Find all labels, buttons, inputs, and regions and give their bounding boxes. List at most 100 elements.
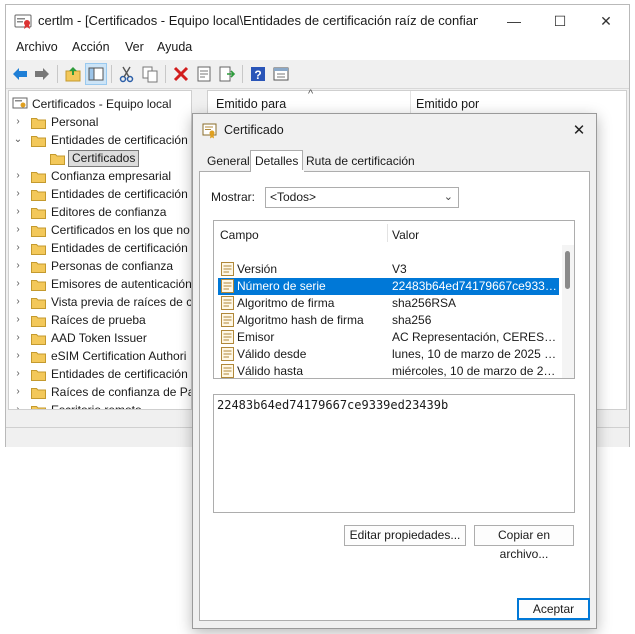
close-button[interactable]: ✕ <box>583 5 629 37</box>
folder-icon <box>31 188 46 201</box>
field-icon <box>221 296 234 310</box>
show-dropdown[interactable]: <Todos> ⌄ <box>265 187 459 208</box>
chevron-right-icon[interactable]: › <box>13 257 23 275</box>
tree-item-label: Emisores de autenticación <box>51 277 192 291</box>
field-row[interactable]: Algoritmo de firma sha256RSA <box>218 295 559 312</box>
chevron-right-icon[interactable]: › <box>13 113 23 131</box>
field-value-text: 22483b64ed74179667ce9339ed23439b <box>217 398 449 412</box>
back-arrow-icon[interactable] <box>9 63 31 85</box>
tree-item-label: Editores de confianza <box>51 205 167 219</box>
tree-item[interactable]: Certificados <box>9 149 189 167</box>
certificate-dialog: Certificado ✕ General Detalles Ruta de c… <box>192 113 597 629</box>
field-value: lunes, 10 de marzo de 2025 8:… <box>392 347 558 361</box>
tab-general[interactable]: General <box>203 152 254 171</box>
tree-item[interactable]: › Entidades de certificación <box>9 185 189 203</box>
chevron-right-icon[interactable]: › <box>13 203 23 221</box>
show-label: Mostrar: <box>211 190 256 204</box>
tree-item[interactable]: › eSIM Certification Authori <box>9 347 189 365</box>
column-divider[interactable] <box>387 224 388 242</box>
field-row[interactable]: Versión V3 <box>218 261 559 278</box>
tree-item[interactable]: › Editores de confianza <box>9 203 189 221</box>
tree-item-label: Certificados en los que no <box>51 223 190 237</box>
field-value: sha256RSA <box>392 296 457 310</box>
title-bar[interactable]: certlm - [Certificados - Equipo local\En… <box>6 5 629 37</box>
menu-accion[interactable]: Acción <box>72 40 110 54</box>
chevron-right-icon[interactable]: › <box>13 221 23 239</box>
copy-to-file-button[interactable]: Copiar en archivo... <box>474 525 574 561</box>
help-icon[interactable]: ? <box>247 63 269 85</box>
tree-item[interactable]: › Escritorio remoto <box>9 401 189 409</box>
tab-certification-path[interactable]: Ruta de certificación <box>302 152 419 171</box>
menu-ayuda[interactable]: Ayuda <box>157 40 192 54</box>
column-value[interactable]: Valor <box>392 228 419 242</box>
tree-item-label: Entidades de certificación <box>51 133 188 147</box>
tree-item-label: eSIM Certification Authori <box>51 349 187 363</box>
delete-icon[interactable] <box>170 63 192 85</box>
field-value: miércoles, 10 de marzo de 202… <box>392 364 558 378</box>
forward-arrow-icon[interactable] <box>31 63 53 85</box>
field-value: sha256 <box>392 313 432 327</box>
folder-icon <box>31 314 46 327</box>
edit-properties-button[interactable]: Editar propiedades... <box>344 525 466 546</box>
chevron-right-icon <box>32 149 42 167</box>
menu-archivo[interactable]: Archivo <box>16 40 58 54</box>
export-list-icon[interactable] <box>216 63 238 85</box>
folder-icon <box>31 404 46 409</box>
app-icon <box>14 13 32 29</box>
menu-ver[interactable]: Ver <box>125 40 144 54</box>
chevron-right-icon[interactable]: › <box>13 293 23 311</box>
chevron-right-icon[interactable]: › <box>13 329 23 347</box>
field-row[interactable]: Algoritmo hash de firma sha256 <box>218 312 559 329</box>
tree-item[interactable]: › AAD Token Issuer <box>9 329 189 347</box>
field-name: Versión <box>237 262 278 276</box>
chevron-right-icon[interactable]: › <box>13 239 23 257</box>
cut-icon[interactable] <box>116 63 138 85</box>
column-issued-by[interactable]: Emitido por <box>416 97 479 111</box>
properties-icon[interactable] <box>193 63 215 85</box>
scrollbar-thumb[interactable] <box>565 251 570 289</box>
field-value-box[interactable]: 22483b64ed74179667ce9339ed23439b <box>213 394 575 513</box>
tree-item[interactable]: › Entidades de certificación <box>9 365 189 383</box>
tree-item[interactable]: › Raíces de confianza de Pa <box>9 383 191 401</box>
tree-item[interactable]: › Personal <box>9 113 189 131</box>
field-row[interactable]: Válido desde lunes, 10 de marzo de 2025 8… <box>218 346 559 363</box>
chevron-right-icon[interactable]: › <box>13 167 23 185</box>
mmc-view-icon[interactable] <box>270 63 292 85</box>
column-field[interactable]: Campo <box>220 228 259 242</box>
field-row[interactable]: Número de serie 22483b64ed74179667ce9339… <box>218 278 559 295</box>
tree-item-label: Entidades de certificación <box>51 367 188 381</box>
tree-item[interactable]: › Emisores de autenticación <box>9 275 192 293</box>
field-name: Válido desde <box>237 347 307 361</box>
tree-root[interactable]: Certificados - Equipo local <box>9 95 189 113</box>
chevron-right-icon[interactable]: › <box>13 347 23 365</box>
tree-item[interactable]: › Entidades de certificación <box>9 239 189 257</box>
chevron-right-icon[interactable]: › <box>13 365 23 383</box>
folder-icon <box>31 206 46 219</box>
dialog-close-button[interactable]: ✕ <box>565 118 593 142</box>
accept-button[interactable]: Aceptar <box>517 598 590 620</box>
show-hide-tree-icon[interactable] <box>85 63 107 85</box>
up-folder-icon[interactable] <box>62 63 84 85</box>
minimize-button[interactable]: — <box>491 5 537 37</box>
tree-item-label: Entidades de certificación <box>51 241 188 255</box>
field-name: Algoritmo de firma <box>237 296 335 310</box>
tree-item[interactable]: ⌄ Entidades de certificación <box>9 131 189 149</box>
copy-icon[interactable] <box>139 63 161 85</box>
column-divider[interactable] <box>410 91 411 115</box>
tree-item[interactable]: › Vista previa de raíces de c <box>9 293 191 311</box>
chevron-right-icon[interactable]: › <box>13 383 23 401</box>
chevron-right-icon[interactable]: › <box>13 275 23 293</box>
folder-icon <box>31 296 46 309</box>
chevron-down-icon[interactable]: ⌄ <box>13 131 23 149</box>
field-row[interactable]: Emisor AC Representación, CERES, F… <box>218 329 559 346</box>
chevron-right-icon[interactable]: › <box>13 401 23 409</box>
tree-item[interactable]: › Raíces de prueba <box>9 311 189 329</box>
chevron-right-icon[interactable]: › <box>13 311 23 329</box>
chevron-right-icon[interactable]: › <box>13 185 23 203</box>
tree-item[interactable]: › Confianza empresarial <box>9 167 189 185</box>
tree-item[interactable]: › Certificados en los que no <box>9 221 190 239</box>
maximize-button[interactable]: ☐ <box>537 5 583 37</box>
field-row[interactable]: Válido hasta miércoles, 10 de marzo de 20… <box>218 363 559 378</box>
tree-item[interactable]: › Personas de confianza <box>9 257 189 275</box>
column-issued-to[interactable]: Emitido para <box>216 97 286 111</box>
